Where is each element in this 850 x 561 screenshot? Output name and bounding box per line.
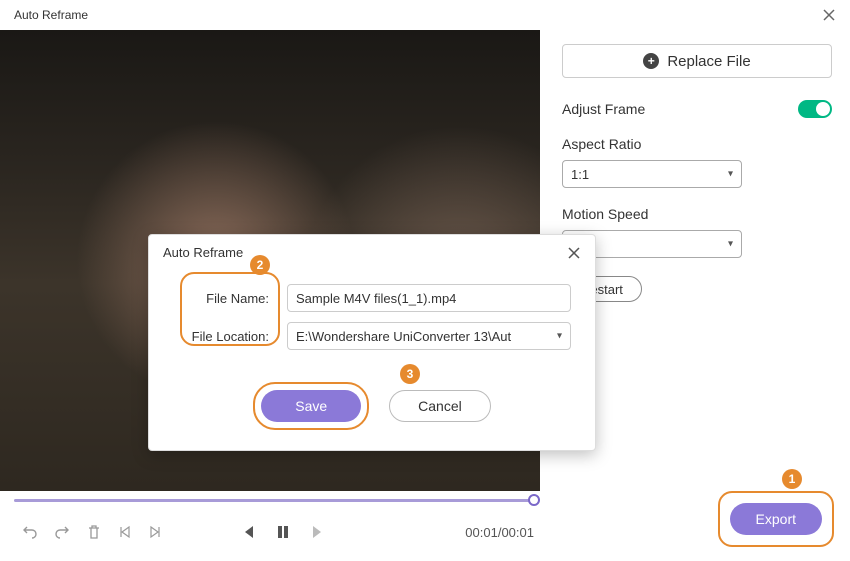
file-location-row: File Location: E:\Wondershare UniConvert… — [173, 322, 571, 350]
window-title: Auto Reframe — [14, 8, 88, 22]
skip-forward-icon[interactable] — [310, 524, 326, 540]
adjust-frame-row: Adjust Frame — [562, 100, 832, 118]
callout-badge-3: 3 — [400, 364, 420, 384]
callout-badge-1: 1 — [782, 469, 802, 489]
timeline[interactable] — [14, 491, 540, 511]
chevron-down-icon: ▾ — [557, 331, 562, 342]
adjust-frame-toggle[interactable] — [798, 100, 832, 118]
prev-frame-icon[interactable] — [118, 525, 132, 539]
time-display: 00:01/00:01 — [465, 525, 540, 540]
save-dialog: Auto Reframe File Name: File Location: E… — [148, 234, 596, 451]
aspect-ratio-block: Aspect Ratio 1:1 ▾ — [562, 136, 832, 188]
playback-controls — [240, 524, 326, 540]
save-highlight: Save — [253, 382, 369, 430]
adjust-frame-label: Adjust Frame — [562, 101, 645, 117]
redo-icon[interactable] — [54, 524, 70, 540]
file-location-value: E:\Wondershare UniConverter 13\Aut — [296, 329, 511, 344]
timeline-track — [14, 499, 540, 502]
player-controls: 00:01/00:01 — [14, 517, 540, 547]
chevron-down-icon: ▾ — [728, 239, 733, 250]
file-name-label: File Name: — [173, 291, 269, 306]
aspect-ratio-label: Aspect Ratio — [562, 136, 832, 152]
timeline-thumb[interactable] — [528, 494, 540, 506]
export-button[interactable]: Export — [730, 503, 822, 535]
plus-circle-icon: + — [643, 53, 659, 69]
titlebar: Auto Reframe — [0, 0, 850, 30]
file-location-label: File Location: — [173, 329, 269, 344]
motion-speed-block: Motion Speed ast ▾ — [562, 206, 832, 258]
save-button[interactable]: Save — [261, 390, 361, 422]
file-name-input[interactable] — [287, 284, 571, 312]
dialog-footer: Save Cancel — [149, 378, 595, 450]
replace-file-label: Replace File — [667, 53, 750, 70]
dialog-title: Auto Reframe — [163, 245, 243, 260]
pause-icon[interactable] — [276, 524, 290, 540]
undo-icon[interactable] — [22, 524, 38, 540]
cancel-button[interactable]: Cancel — [389, 390, 491, 422]
skip-back-icon[interactable] — [240, 524, 256, 540]
replace-file-button[interactable]: + Replace File — [562, 44, 832, 78]
file-name-row: File Name: — [173, 284, 571, 312]
file-location-select[interactable]: E:\Wondershare UniConverter 13\Aut ▾ — [287, 322, 571, 350]
delete-icon[interactable] — [86, 524, 102, 540]
close-icon[interactable] — [567, 246, 581, 260]
close-icon[interactable] — [822, 8, 836, 22]
chevron-down-icon: ▾ — [728, 169, 733, 180]
export-highlight: Export — [718, 491, 834, 547]
dialog-body: File Name: File Location: E:\Wondershare… — [149, 270, 595, 378]
aspect-ratio-select[interactable]: 1:1 ▾ — [562, 160, 742, 188]
callout-badge-2: 2 — [250, 255, 270, 275]
aspect-ratio-value: 1:1 — [571, 167, 589, 182]
motion-speed-label: Motion Speed — [562, 206, 832, 222]
next-frame-icon[interactable] — [148, 525, 162, 539]
dialog-header: Auto Reframe — [149, 235, 595, 270]
